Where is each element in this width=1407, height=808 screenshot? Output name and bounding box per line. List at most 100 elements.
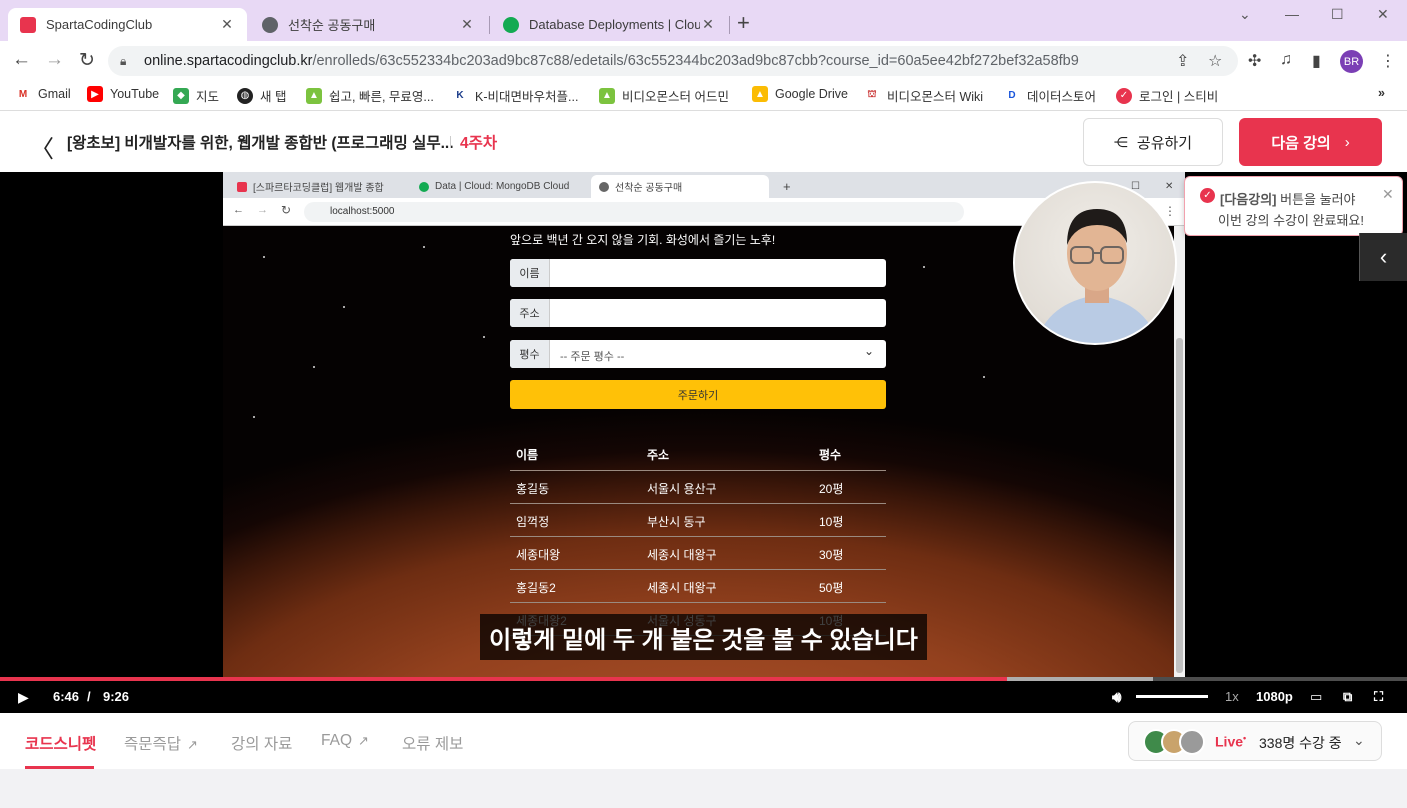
share-button[interactable]: ⋲ 공유하기 xyxy=(1083,118,1223,166)
inner-tab-title: 선착순 공동구매 xyxy=(615,183,683,194)
close-icon[interactable]: ✕ xyxy=(219,16,235,33)
videomonster-icon: ▲ xyxy=(306,87,322,104)
more-menu-icon[interactable]: ⋮ xyxy=(1380,51,1396,71)
inner-tab-strip: [스파르타코딩클럽] 웹개발 종합 Data | Cloud: MongoDB … xyxy=(223,172,1185,198)
bookmark-youtube[interactable]: ▶ YouTube xyxy=(87,86,159,102)
forward-arrow-icon[interactable]: → xyxy=(45,49,64,71)
reload-icon[interactable]: ↻ xyxy=(79,49,95,72)
toast-bold: [다음강의] xyxy=(1220,192,1277,207)
video-controls: ▶ 6:46 / 9:26 🔊︎ 1x 1080p ▭ ⧉ ⛶ xyxy=(0,681,1407,713)
tab-label: FAQ xyxy=(321,732,353,749)
window-close-button[interactable]: ✕ xyxy=(1377,6,1389,23)
course-header: 〈 [왕초보] 비개발자를 위한, 웹개발 종합반 (프로그래밍 실무... 4… xyxy=(0,111,1407,172)
avatar xyxy=(1179,729,1205,755)
bookmark-videomonster-admin[interactable]: ▲ 비디오몬스터 어드민 xyxy=(599,86,729,105)
order-button: 주문하기 xyxy=(510,380,886,409)
new-tab-button[interactable]: + xyxy=(737,10,750,36)
bookmark-k-voucher[interactable]: K K-비대면바우처플... xyxy=(452,86,578,105)
address-label: 주소 xyxy=(510,299,550,327)
browser-tab-spartacodingclub[interactable]: SpartaCodingClub ✕ xyxy=(8,8,247,41)
tab-bug-report[interactable]: 오류 제보 xyxy=(402,732,463,754)
live-label: Live• xyxy=(1215,733,1247,750)
tab-materials[interactable]: 강의 자료 xyxy=(231,732,292,754)
table-row-divider xyxy=(510,569,886,570)
tab-label: 즉문즉답 xyxy=(124,736,182,753)
bookmarks-overflow-icon[interactable]: » xyxy=(1378,86,1385,100)
bookmark-google-drive[interactable]: ▲ Google Drive xyxy=(752,86,848,102)
fullscreen-icon[interactable]: ⛶ xyxy=(1374,689,1383,705)
table-row-divider xyxy=(510,503,886,504)
name-label: 이름 xyxy=(510,259,550,287)
play-icon[interactable]: ▶ xyxy=(18,689,29,706)
bookmark-new-tab[interactable]: ◍ 새 탭 xyxy=(237,86,286,105)
stibee-icon: ✓ xyxy=(1116,87,1132,104)
datastore-icon: D xyxy=(1004,87,1020,104)
captions-icon[interactable]: ▭ xyxy=(1310,689,1322,705)
side-panel-toggle-icon[interactable]: ‹ xyxy=(1359,233,1407,281)
time-separator: / xyxy=(87,689,91,704)
bookmark-star-icon[interactable]: ☆ xyxy=(1208,51,1222,71)
mongodb-leaf-icon xyxy=(503,16,519,33)
browser-tab-gongdong[interactable]: 선착순 공동구매 ✕ xyxy=(250,8,487,41)
bookmark-label: Google Drive xyxy=(775,87,848,101)
bookmark-datastore[interactable]: D 데이터스토어 xyxy=(1004,86,1096,105)
address-field: 주소 xyxy=(510,299,886,327)
video-player[interactable]: [스파르타코딩클럽] 웹개발 종합 Data | Cloud: MongoDB … xyxy=(0,172,1407,713)
volume-slider[interactable] xyxy=(1136,695,1208,698)
extensions-puzzle-icon[interactable]: ✣ xyxy=(1248,51,1261,71)
bookmark-maps[interactable]: ◆ 지도 xyxy=(173,86,219,105)
bookmark-stibee-login[interactable]: ✓ 로그인 | 스티비 xyxy=(1116,86,1218,105)
speed-button[interactable]: 1x xyxy=(1225,689,1239,704)
url-host: online.spartacodingclub.kr xyxy=(144,53,313,69)
minimize-button[interactable]: — xyxy=(1285,6,1299,22)
next-lecture-button[interactable]: 다음 강의 › xyxy=(1239,118,1382,166)
course-title: [왕초보] 비개발자를 위한, 웹개발 종합반 (프로그래밍 실무... xyxy=(67,135,454,152)
inner-tab-title: Data | Cloud: MongoDB Cloud xyxy=(435,181,570,192)
back-chevron-icon[interactable]: 〈 xyxy=(30,129,54,164)
instructor-webcam xyxy=(1013,181,1177,345)
sparta-favicon-icon xyxy=(237,181,247,192)
globe-icon xyxy=(262,16,278,33)
maximize-button[interactable]: ☐ xyxy=(1331,6,1344,23)
videomonster-icon: ▲ xyxy=(599,87,615,104)
toast-close-icon[interactable]: ✕ xyxy=(1382,186,1394,203)
bookmark-label: 데이터스토어 xyxy=(1027,90,1097,104)
browser-tab-mongodb[interactable]: Database Deployments | Cloud ✕ xyxy=(491,8,728,41)
tab-faq[interactable]: FAQ ↗ xyxy=(321,732,369,750)
media-queue-icon[interactable]: ♫ xyxy=(1280,51,1292,69)
volume-icon[interactable]: 🔊︎ xyxy=(1112,689,1121,706)
table-cell: 홍길동2 xyxy=(516,581,556,595)
side-panel-icon[interactable]: ▮ xyxy=(1312,51,1321,71)
inner-new-tab-icon: + xyxy=(783,179,791,194)
external-link-icon: ↗ xyxy=(358,733,369,748)
title-divider xyxy=(450,136,451,148)
share-page-icon[interactable]: ⇪ xyxy=(1176,51,1189,71)
close-icon[interactable]: ✕ xyxy=(700,16,716,33)
tab-qna[interactable]: 즉문즉답 ↗ xyxy=(124,732,198,754)
inner-scrollbar xyxy=(1174,226,1185,677)
bookmark-gmail[interactable]: M Gmail xyxy=(15,86,71,102)
maps-icon: ◆ xyxy=(173,87,189,104)
profile-avatar[interactable]: BR xyxy=(1340,50,1363,73)
bookmark-label: 비디오몬스터 어드민 xyxy=(622,90,729,104)
inner-reload-icon: ↻ xyxy=(281,203,292,217)
live-count: 338명 수강 중 xyxy=(1259,735,1342,751)
table-row-divider xyxy=(510,536,886,537)
bottom-tab-bar: 코드스니펫 즉문즉답 ↗ 강의 자료 FAQ ↗ 오류 제보 Live• 338명 … xyxy=(0,713,1407,769)
inner-tab-title: [스파르타코딩클럽] 웹개발 종합 xyxy=(253,183,384,194)
back-arrow-icon[interactable]: ← xyxy=(12,49,31,71)
live-viewers-button[interactable]: Live• 338명 수강 중 ⌄ xyxy=(1128,721,1382,761)
close-icon[interactable]: ✕ xyxy=(459,16,475,33)
bookmark-videomonster-wiki[interactable]: ⛫ 비디오몬스터 Wiki xyxy=(864,86,983,105)
bookmark-label: 지도 xyxy=(196,90,220,104)
table-header-cell: 주소 xyxy=(647,448,670,462)
omnibox[interactable]: 🔒︎ online.spartacodingclub.kr/enrolleds/… xyxy=(108,46,1238,76)
tab-search-chevron-icon[interactable]: ⌄ xyxy=(1239,6,1251,23)
quality-button[interactable]: 1080p xyxy=(1256,689,1293,704)
globe-icon xyxy=(599,181,609,192)
inner-omnibox: localhost:5000 xyxy=(304,202,964,222)
tab-code-snippet[interactable]: 코드스니펫 xyxy=(25,732,96,754)
bookmark-free-video[interactable]: ▲ 쉽고, 빠른, 무료영... xyxy=(306,86,434,105)
external-link-icon: ↗ xyxy=(187,737,198,752)
picture-in-picture-icon[interactable]: ⧉ xyxy=(1343,689,1352,705)
